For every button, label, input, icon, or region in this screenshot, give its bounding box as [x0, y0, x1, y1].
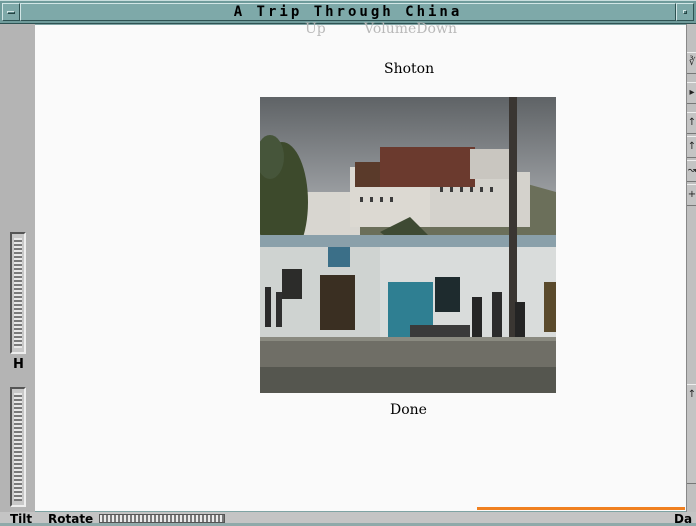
- toolbar-button[interactable]: ▸: [687, 82, 696, 104]
- volume-up-button[interactable]: Up: [305, 21, 326, 37]
- minimize-button[interactable]: [676, 3, 694, 21]
- photo-potala-palace: [260, 97, 556, 393]
- vertical-slider-h[interactable]: [10, 232, 26, 354]
- plus-icon[interactable]: +: [687, 184, 696, 206]
- arrow-up-icon[interactable]: ↑: [687, 112, 696, 134]
- minimize-icon: [683, 10, 687, 14]
- rotate-slider[interactable]: [99, 514, 225, 523]
- volume-down-button[interactable]: VolumeDown: [364, 21, 457, 37]
- shoton-label: Shoton: [384, 61, 435, 77]
- h-label: H: [13, 357, 24, 372]
- window-title: A Trip Through China: [20, 3, 676, 21]
- right-toolbar: ∛ ▸ ↑ ↑ ↝ + ↑: [686, 24, 696, 523]
- progress-indicator: [477, 507, 685, 510]
- slider-track: [14, 393, 22, 501]
- title-bar: A Trip Through China: [0, 0, 696, 24]
- bottom-right-label: Da: [674, 512, 693, 526]
- slider-track: [14, 238, 22, 348]
- left-control-panel: H: [0, 24, 35, 514]
- done-button[interactable]: Done: [390, 402, 427, 418]
- arrow-up-icon[interactable]: ↑: [687, 136, 696, 158]
- rotate-label: Rotate: [48, 512, 94, 526]
- zoom-icon[interactable]: ↝: [687, 160, 696, 182]
- window-menu-icon: [7, 11, 15, 14]
- tilt-label: Tilt: [10, 512, 33, 526]
- toolbar-scrollbar[interactable]: ↑: [687, 384, 696, 484]
- vertical-slider-v[interactable]: [10, 387, 26, 507]
- window-menu-button[interactable]: [2, 3, 20, 21]
- toolbar-button[interactable]: ∛: [687, 52, 696, 74]
